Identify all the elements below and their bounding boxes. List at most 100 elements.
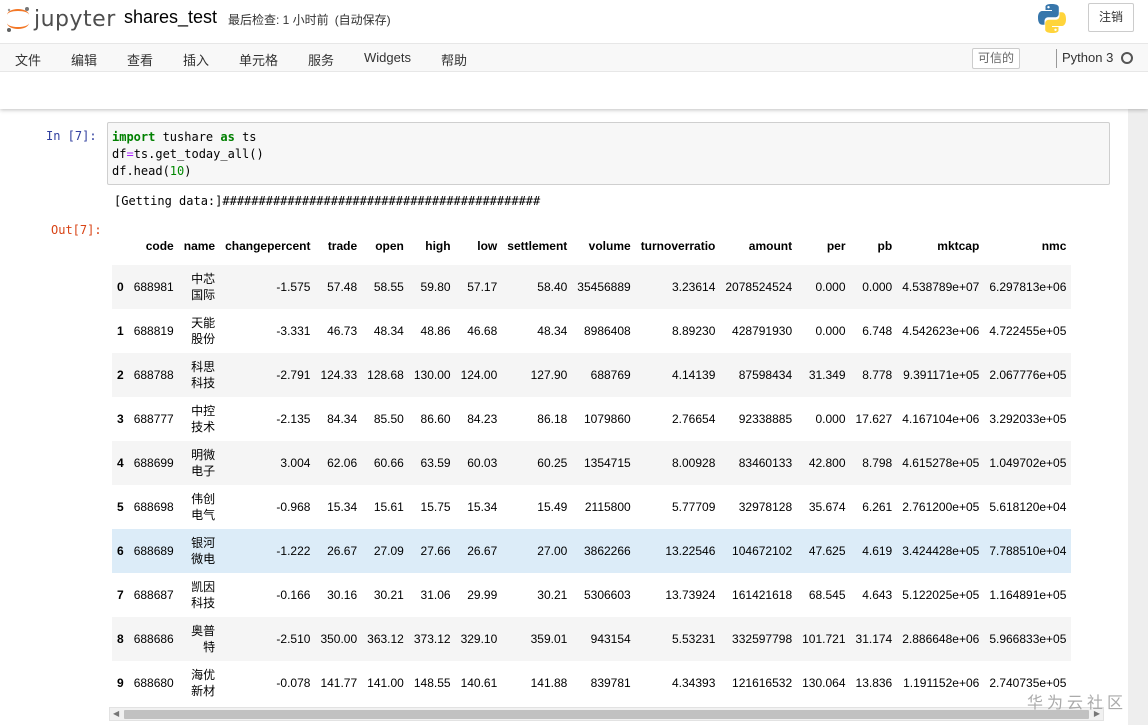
- table-cell: 5306603: [583, 588, 631, 602]
- row-index: 4: [117, 456, 124, 470]
- notebook-header: jupyter shares_test 最后检查: 1 小时前 (自动保存) 注销…: [0, 0, 1148, 109]
- table-row: 0 688981 中芯国际 -1.575 57.48 58.55 59.80 57.17 58.…: [112, 265, 1072, 309]
- kernel-name[interactable]: Python 3: [1062, 50, 1113, 65]
- column-header: pb: [877, 239, 893, 253]
- table-cell: -2.510: [276, 632, 311, 646]
- table-cell: 48.34: [537, 324, 568, 338]
- table-cell: -2.791: [276, 368, 311, 382]
- table-cell: 48.86: [420, 324, 451, 338]
- table-cell: 688680: [133, 676, 174, 690]
- table-cell: 58.40: [537, 280, 568, 294]
- table-cell: 121616532: [732, 676, 793, 690]
- table-cell: 凯因科技: [191, 580, 216, 610]
- table-cell: -2.135: [276, 412, 311, 426]
- table-cell: 46.73: [327, 324, 358, 338]
- table-cell: 26.67: [467, 544, 498, 558]
- table-cell: 130.00: [413, 368, 451, 382]
- table-cell: 天能股份: [191, 316, 216, 346]
- code-call: ts.get_today_all(): [133, 147, 264, 161]
- table-cell: 60.66: [373, 456, 404, 470]
- table-cell: 7.788510e+04: [989, 544, 1067, 558]
- menu-bar: 文件 编辑 查看 插入 单元格 服务 Widgets 帮助 可信的 Python…: [0, 43, 1148, 72]
- scrollbar-thumb[interactable]: [124, 710, 1089, 719]
- table-cell: 688981: [133, 280, 174, 294]
- table-cell: 3862266: [583, 544, 631, 558]
- table-cell: 104672102: [732, 544, 793, 558]
- table-cell: 27.09: [373, 544, 404, 558]
- table-cell: 8.778: [862, 368, 893, 382]
- table-cell: 1.049702e+05: [989, 456, 1067, 470]
- jupyter-logo[interactable]: jupyter: [4, 4, 124, 34]
- table-cell: 688769: [590, 368, 631, 382]
- menu-widgets[interactable]: Widgets: [364, 50, 411, 65]
- table-cell: 2.067776e+05: [989, 368, 1067, 382]
- table-cell: 伟创电气: [191, 492, 216, 522]
- notebook-name[interactable]: shares_test: [124, 7, 217, 28]
- table-cell: -0.968: [276, 500, 311, 514]
- table-row: 6 688689 银河微电 -1.222 26.67 27.09 27.66 26.67 27.…: [112, 529, 1072, 573]
- table-cell: 688819: [133, 324, 174, 338]
- table-cell: 15.75: [420, 500, 451, 514]
- row-index: 0: [117, 280, 124, 294]
- logo-text: jupyter: [34, 7, 116, 32]
- menu-edit[interactable]: 编辑: [71, 50, 97, 69]
- table-cell: 161421618: [732, 588, 793, 602]
- table-cell: 84.34: [327, 412, 358, 426]
- table-cell: 688687: [133, 588, 174, 602]
- menu-kernel[interactable]: 服务: [308, 50, 334, 69]
- table-cell: -1.222: [276, 544, 311, 558]
- code-module: tushare: [155, 130, 221, 144]
- horizontal-scrollbar[interactable]: ◀ ▶: [109, 707, 1104, 721]
- input-prompt: In [7]:: [46, 129, 97, 143]
- table-cell: 42.800: [808, 456, 846, 470]
- table-cell: 1.191152e+06: [903, 676, 980, 690]
- table-cell: 中芯国际: [191, 272, 216, 302]
- row-index: 5: [117, 500, 124, 514]
- menu-view[interactable]: 查看: [127, 50, 153, 69]
- menu-insert[interactable]: 插入: [183, 50, 209, 69]
- menu-cell[interactable]: 单元格: [239, 50, 278, 69]
- table-cell: 688698: [133, 500, 174, 514]
- table-cell: 5.966833e+05: [989, 632, 1067, 646]
- code-number: 10: [169, 164, 185, 178]
- column-header: code: [145, 239, 174, 253]
- index-header: [112, 227, 129, 265]
- table-cell: 2.761200e+05: [902, 500, 980, 514]
- output-prompt: Out[7]:: [51, 223, 102, 237]
- column-header: nmc: [1041, 239, 1067, 253]
- checkpoint-label: 最后检查: 1 小时前: [228, 13, 329, 27]
- table-cell: 3.004: [280, 456, 311, 470]
- table-cell: -1.575: [276, 280, 311, 294]
- table-cell: 明微电子: [191, 448, 216, 478]
- table-cell: 4.14139: [671, 368, 716, 382]
- table-cell: 329.10: [460, 632, 498, 646]
- table-cell: 4.722455e+05: [989, 324, 1067, 338]
- table-cell: 141.88: [530, 676, 568, 690]
- table-cell: 30.21: [537, 588, 568, 602]
- table-cell: 5.53231: [671, 632, 716, 646]
- menu-file[interactable]: 文件: [15, 50, 41, 69]
- code-editor[interactable]: import tushare as ts df=ts.get_today_all…: [107, 122, 1110, 185]
- table-cell: 8986408: [583, 324, 631, 338]
- trusted-badge[interactable]: 可信的: [972, 48, 1020, 69]
- table-cell: 3.23614: [671, 280, 716, 294]
- table-cell: 47.625: [808, 544, 846, 558]
- logout-button[interactable]: 注销: [1088, 3, 1134, 32]
- table-cell: 15.61: [373, 500, 404, 514]
- table-cell: 26.67: [327, 544, 358, 558]
- table-cell: 13.22546: [665, 544, 716, 558]
- menu-help[interactable]: 帮助: [441, 50, 467, 69]
- table-cell: 124.00: [460, 368, 498, 382]
- table-cell: 57.17: [467, 280, 498, 294]
- checkpoint-status: 最后检查: 1 小时前 (自动保存): [228, 11, 397, 28]
- table-cell: 13.836: [855, 676, 893, 690]
- table-cell: 5.122025e+05: [902, 588, 980, 602]
- table-cell: 87598434: [738, 368, 793, 382]
- keyword-import: import: [112, 130, 156, 144]
- scroll-left-icon[interactable]: ◀: [113, 709, 119, 718]
- table-cell: 63.59: [420, 456, 451, 470]
- table-row: 1 688819 天能股份 -3.331 46.73 48.34 48.86 46.68 48.…: [112, 309, 1071, 353]
- table-cell: 15.49: [537, 500, 568, 514]
- table-cell: 48.34: [373, 324, 404, 338]
- notebook-area[interactable]: In [7]: import tushare as ts df=ts.get_t…: [0, 109, 1148, 725]
